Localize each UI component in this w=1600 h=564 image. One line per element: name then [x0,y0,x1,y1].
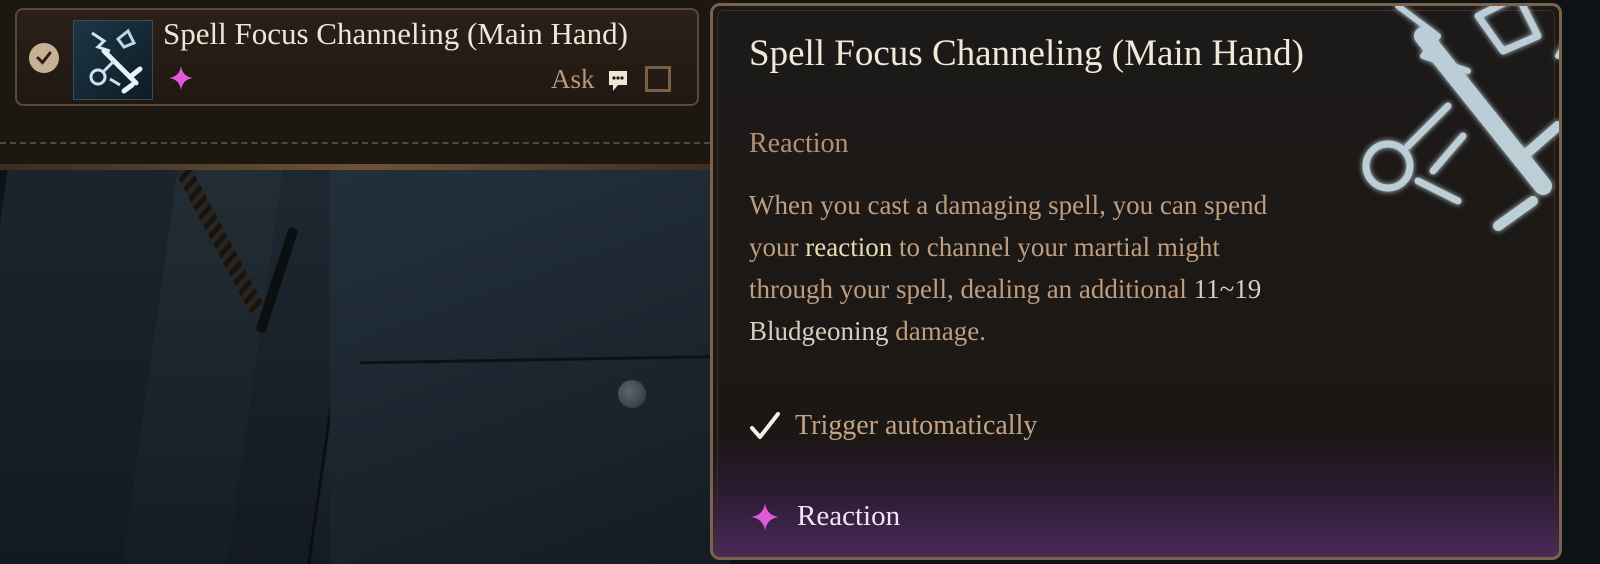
sword-staff-icon [73,20,153,100]
divider [0,142,730,144]
tooltip-title: Spell Focus Channeling (Main Hand) [749,33,1304,74]
reaction-spark-icon [751,502,779,531]
footer-cost-label: Reaction [797,500,901,532]
checkmark-icon [750,412,780,439]
trigger-row: Trigger automatically [749,410,1037,442]
reaction-keyword[interactable]: reaction [805,232,892,262]
ask-label[interactable]: Ask [551,64,595,95]
spell-tooltip: Spell Focus Channeling (Main Hand) React… [710,3,1562,560]
speech-bubble-icon[interactable] [608,70,628,92]
tooltip-type: Reaction [749,128,849,159]
enabled-checkmark-icon[interactable] [29,43,59,73]
trigger-label: Trigger automatically [795,410,1038,441]
sword-staff-icon-large [1362,6,1559,231]
spell-list-panel: Spell Focus Channeling (Main Hand) Ask [0,0,730,170]
reaction-spark-icon [169,66,193,90]
auto-trigger-checkbox[interactable] [645,66,671,92]
panel-edge [0,164,730,170]
tooltip-description: When you cast a damaging spell, you can … [749,184,1309,352]
tooltip-footer: Reaction [749,500,900,533]
spell-row[interactable]: Spell Focus Channeling (Main Hand) Ask [15,8,699,106]
description-text: damage. [888,316,986,346]
dungeon-background [0,170,730,564]
spell-name: Spell Focus Channeling (Main Hand) [163,16,628,51]
